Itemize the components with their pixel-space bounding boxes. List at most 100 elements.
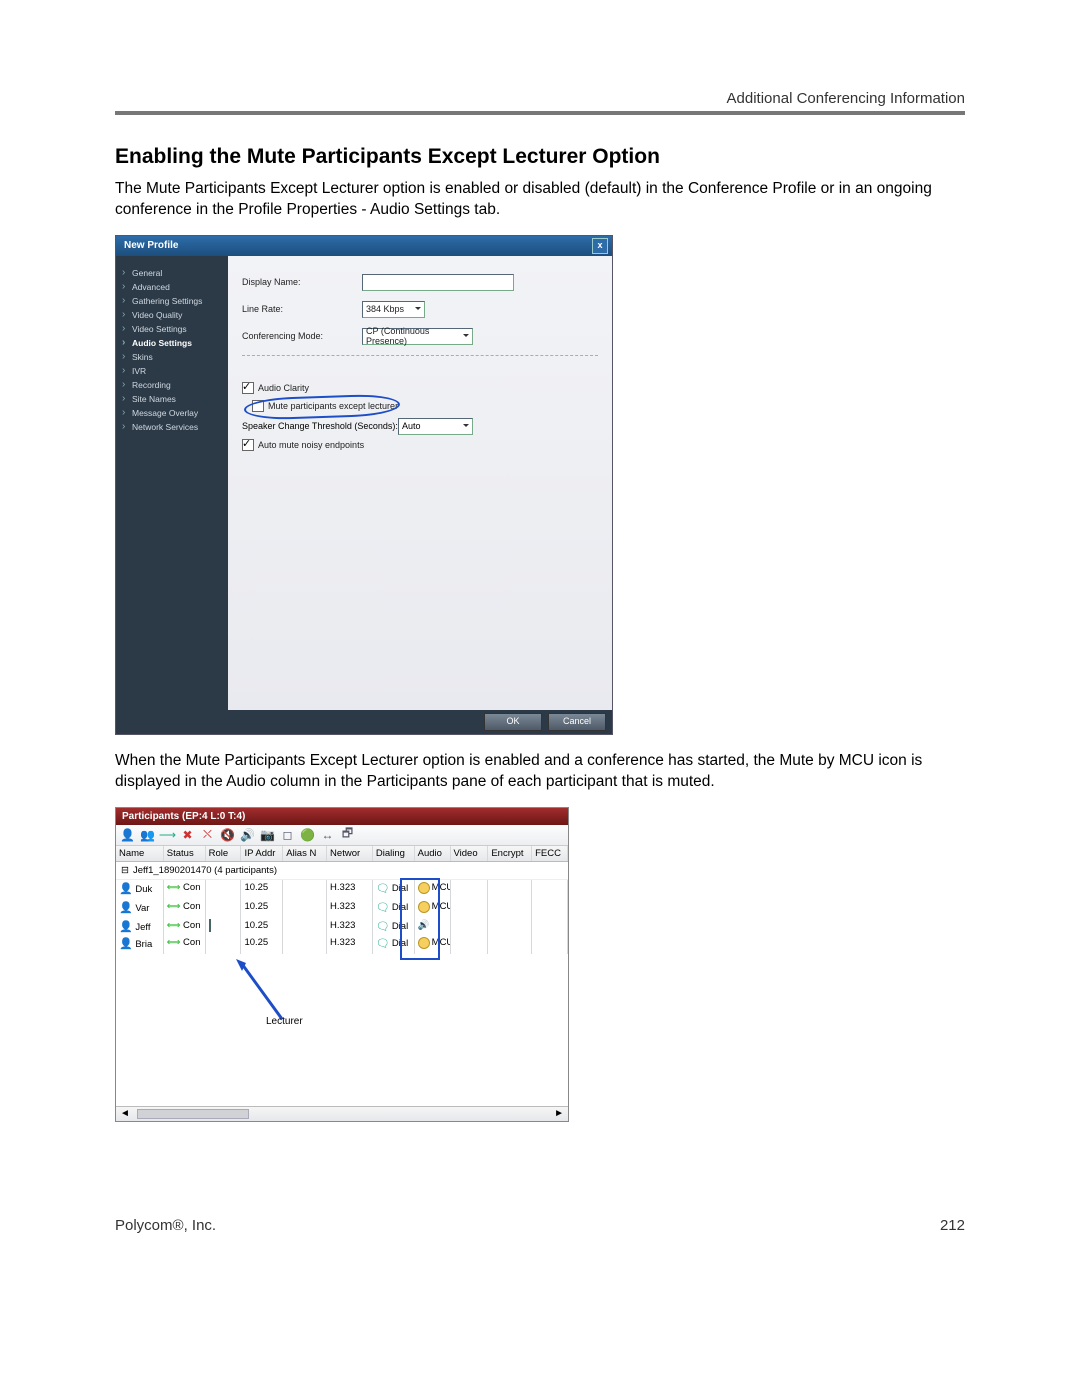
nav-item-site-names[interactable]: Site Names: [122, 392, 224, 406]
connected-icon: ⟺: [167, 920, 181, 931]
nav-item-advanced[interactable]: Advanced: [122, 280, 224, 294]
auto-mute-checkbox[interactable]: [242, 439, 254, 451]
participant-icon: 👤: [119, 938, 133, 950]
second-paragraph: When the Mute Participants Except Lectur…: [115, 751, 965, 793]
video-off-icon[interactable]: ◻: [280, 828, 295, 842]
new-profile-dialog: New Profile x General Advanced Gathering…: [115, 235, 611, 735]
participant-row[interactable]: 👤 Duk⟺ Con10.25H.323🗨DialMCU: [116, 880, 568, 899]
close-icon[interactable]: x: [592, 238, 608, 254]
dial-icon: 🗨: [376, 937, 390, 950]
dialog-nav: General Advanced Gathering Settings Vide…: [116, 256, 228, 710]
mute-except-label: Mute participants except lecturer: [268, 401, 398, 411]
mute-icon[interactable]: 🔇: [220, 828, 235, 842]
dial-icon: 🗨: [376, 901, 390, 914]
lecturer-annotation: Lecturer: [266, 1016, 303, 1027]
dial-icon: 🗨: [376, 882, 390, 895]
display-name-label: Display Name:: [242, 277, 362, 287]
line-rate-label: Line Rate:: [242, 304, 362, 314]
col-role[interactable]: Role: [206, 846, 242, 861]
col-fecc[interactable]: FECC: [532, 846, 568, 861]
nav-item-audio-settings[interactable]: Audio Settings: [122, 336, 224, 350]
expand-icon[interactable]: 🗗: [340, 828, 355, 842]
col-name[interactable]: Name: [116, 846, 164, 861]
col-alias[interactable]: Alias N: [283, 846, 327, 861]
threshold-select[interactable]: Auto: [398, 418, 473, 435]
connected-icon: ⟺: [167, 937, 181, 948]
group-label: Jeff1_1890201470 (4 participants): [133, 865, 277, 876]
nav-item-video-settings[interactable]: Video Settings: [122, 322, 224, 336]
participant-icon: 👤: [119, 921, 133, 933]
page-number: 212: [940, 1217, 965, 1234]
collapse-icon[interactable]: ⊟: [121, 865, 129, 876]
disconnect-icon[interactable]: ✖: [180, 828, 195, 842]
mute-by-mcu-icon: [418, 901, 430, 913]
dialog-button-bar: OK Cancel: [116, 710, 612, 734]
footer-company: Polycom®, Inc.: [115, 1217, 216, 1234]
conf-mode-select[interactable]: CP (Continuous Presence): [362, 328, 473, 345]
dial-icon: 🗨: [376, 920, 390, 933]
line-rate-select[interactable]: 384 Kbps: [362, 301, 425, 318]
intro-paragraph: The Mute Participants Except Lecturer op…: [115, 179, 965, 221]
col-dial[interactable]: Dialing: [373, 846, 415, 861]
nav-item-ivr[interactable]: IVR: [122, 364, 224, 378]
mute-except-row[interactable]: Mute participants except lecturer: [252, 400, 598, 412]
participant-icon: 👤: [119, 883, 133, 895]
nav-item-video-quality[interactable]: Video Quality: [122, 308, 224, 322]
mute-by-mcu-icon: [418, 937, 430, 949]
dialog-form: Display Name: Line Rate: 384 Kbps Confer…: [228, 256, 612, 710]
col-video[interactable]: Video: [451, 846, 489, 861]
nav-item-message-overlay[interactable]: Message Overlay: [122, 406, 224, 420]
participant-row[interactable]: 👤 Var⟺ Con10.25H.323🗨DialMCU: [116, 899, 568, 918]
remove-icon[interactable]: ⛌: [200, 828, 215, 842]
move-icon[interactable]: ↔: [320, 828, 335, 842]
display-name-input[interactable]: [362, 274, 514, 291]
participant-row[interactable]: 👤 Bria⟺ Con10.25H.323🗨DialMCU: [116, 935, 568, 954]
participants-pane: Participants (EP:4 L:0 T:4) 👤 👥 ⟶ ✖ ⛌ 🔇 …: [115, 807, 569, 1122]
pane-toolbar: 👤 👥 ⟶ ✖ ⛌ 🔇 🔊 📷 ◻ 🟢 ↔ 🗗: [116, 825, 568, 846]
audio-icon[interactable]: 🟢: [300, 828, 315, 842]
nav-item-general[interactable]: General: [122, 266, 224, 280]
mute-except-checkbox[interactable]: [252, 400, 264, 412]
auto-mute-label: Auto mute noisy endpoints: [258, 440, 364, 450]
auto-mute-row[interactable]: Auto mute noisy endpoints: [242, 439, 598, 451]
col-net[interactable]: Networ: [327, 846, 373, 861]
audio-clarity-label: Audio Clarity: [258, 383, 309, 393]
pane-body: ⊟ Jeff1_1890201470 (4 participants) 👤 Du…: [116, 862, 568, 1106]
col-ip[interactable]: IP Addr: [241, 846, 283, 861]
add-participant-icon[interactable]: 👤: [120, 828, 135, 842]
nav-item-skins[interactable]: Skins: [122, 350, 224, 364]
header-rule: [115, 111, 965, 115]
add-participant2-icon[interactable]: 👥: [140, 828, 155, 842]
col-enc[interactable]: Encrypt: [488, 846, 532, 861]
video-icon[interactable]: 📷: [260, 828, 275, 842]
section-heading: Enabling the Mute Participants Except Le…: [115, 145, 965, 169]
threshold-label: Speaker Change Threshold (Seconds):: [242, 421, 398, 431]
participant-row[interactable]: 👤 Jeff⟺ Con10.25H.323🗨Dial🔊: [116, 918, 568, 935]
form-divider: [242, 355, 598, 356]
nav-item-recording[interactable]: Recording: [122, 378, 224, 392]
cancel-button[interactable]: Cancel: [548, 713, 606, 731]
dialog-title-bar: New Profile x: [116, 236, 612, 256]
pane-title: Participants (EP:4 L:0 T:4): [116, 808, 568, 825]
mute-by-mcu-icon: [418, 882, 430, 894]
ok-button[interactable]: OK: [484, 713, 542, 731]
nav-item-gathering[interactable]: Gathering Settings: [122, 294, 224, 308]
scrollbar[interactable]: ◄ ►: [116, 1106, 568, 1121]
grid-header: Name Status Role IP Addr Alias N Networ …: [116, 846, 568, 862]
lecturer-icon: [209, 919, 211, 932]
audio-clarity-checkbox[interactable]: [242, 382, 254, 394]
col-status[interactable]: Status: [164, 846, 206, 861]
audio-clarity-row[interactable]: Audio Clarity: [242, 382, 598, 394]
speaker-icon: 🔊: [418, 920, 430, 931]
unmute-icon[interactable]: 🔊: [240, 828, 255, 842]
col-audio[interactable]: Audio: [415, 846, 451, 861]
group-row[interactable]: ⊟ Jeff1_1890201470 (4 participants): [116, 862, 568, 880]
scroll-thumb[interactable]: [137, 1109, 249, 1119]
connect-icon[interactable]: ⟶: [160, 828, 175, 842]
connected-icon: ⟺: [167, 882, 181, 893]
participant-icon: 👤: [119, 902, 133, 914]
nav-item-network-services[interactable]: Network Services: [122, 420, 224, 434]
dialog-title: New Profile: [124, 240, 178, 251]
connected-icon: ⟺: [167, 901, 181, 912]
page-header: Additional Conferencing Information: [115, 90, 965, 107]
